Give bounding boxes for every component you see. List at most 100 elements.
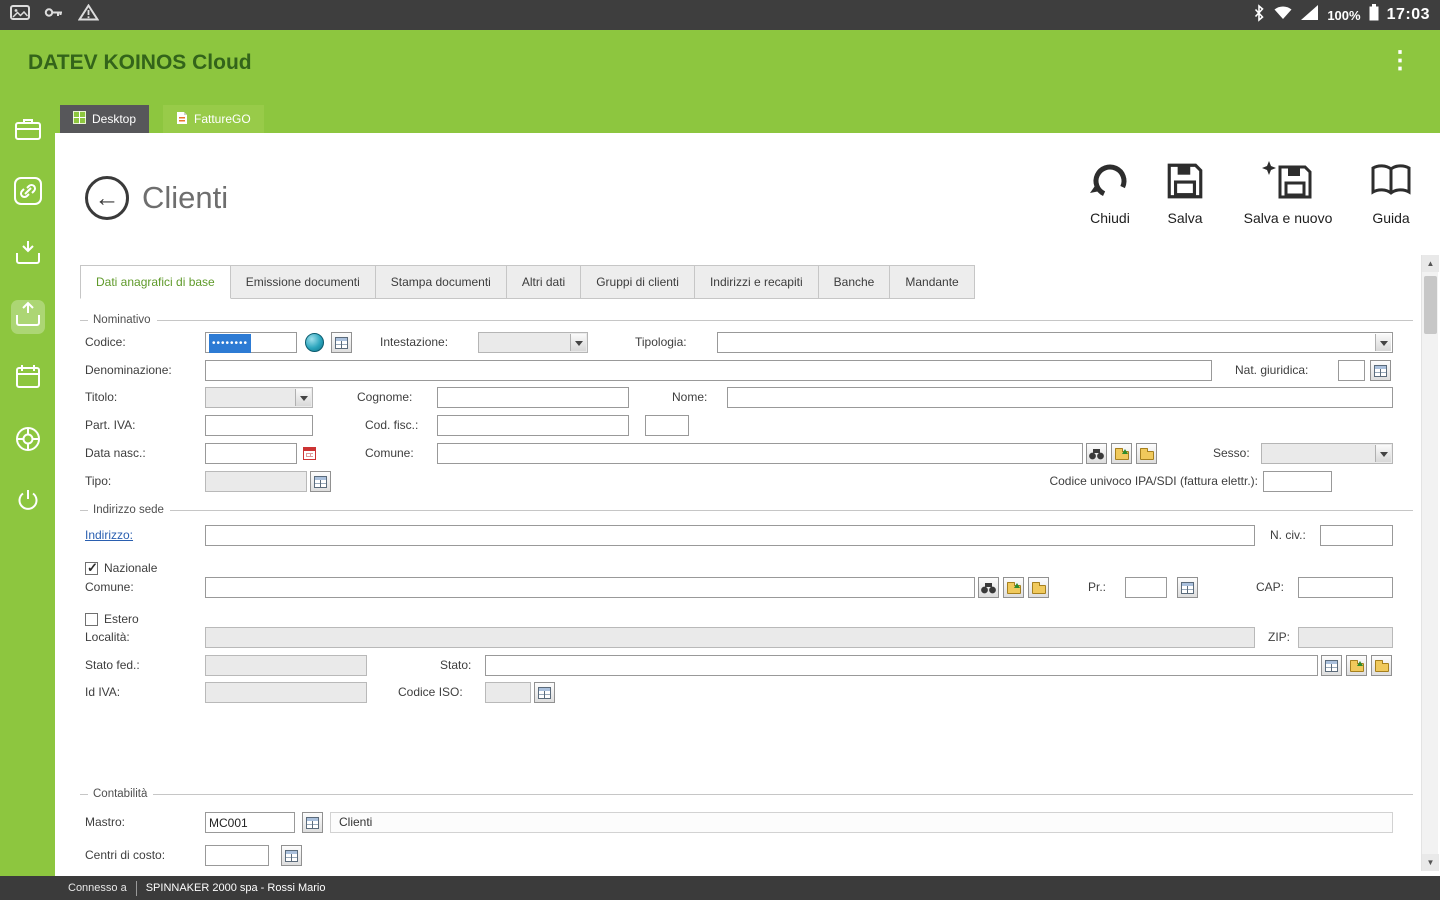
indirizzo-link[interactable]: Indirizzo: <box>85 525 133 546</box>
form-tab-banche[interactable]: Banche <box>818 265 891 299</box>
nat-giuridica-lookup-button[interactable] <box>1370 360 1391 381</box>
nazionale-checkbox[interactable] <box>85 560 98 576</box>
denominazione-input[interactable] <box>205 360 1212 381</box>
sidebar-item-power[interactable] <box>11 486 45 520</box>
tab-fatturego[interactable]: FattureGO <box>163 105 264 133</box>
comune-sede-input[interactable] <box>205 577 975 598</box>
part-iva-input[interactable] <box>205 415 313 436</box>
comune-nascita-search-button[interactable] <box>1086 443 1107 464</box>
power-icon <box>13 486 43 521</box>
form-tab-indirizzi-recapiti[interactable]: Indirizzi e recapiti <box>694 265 819 299</box>
mastro-lookup-button[interactable] <box>302 812 323 833</box>
codice-iso-lookup-button[interactable] <box>534 682 555 703</box>
help-label: Guida <box>1372 210 1410 226</box>
comune-nascita-input[interactable] <box>437 443 1083 464</box>
save-label: Salva <box>1167 210 1203 226</box>
tab-desktop[interactable]: Desktop <box>60 105 150 133</box>
comune-nascita-open-button[interactable] <box>1111 443 1132 464</box>
cognome-label: Cognome: <box>357 390 413 404</box>
sidebar-item-briefcase[interactable] <box>11 114 45 148</box>
cod-fisc-input[interactable] <box>437 415 629 436</box>
stato-fed-input[interactable] <box>205 655 367 676</box>
codice-value: •••••••• <box>209 334 252 353</box>
intestazione-label: Intestazione: <box>380 335 449 349</box>
cod-fisc-check-input[interactable] <box>645 415 689 436</box>
signal-icon <box>1301 5 1319 25</box>
folder-up-icon <box>1349 659 1364 672</box>
form-tab-mandante[interactable]: Mandante <box>890 265 975 299</box>
save-icon <box>1164 163 1206 206</box>
centri-costo-lookup-button[interactable] <box>281 845 302 866</box>
sidebar-item-link[interactable] <box>11 176 45 210</box>
bluetooth-icon <box>1253 3 1265 27</box>
localita-input[interactable] <box>205 627 1255 648</box>
close-button[interactable]: Chiudi <box>1072 160 1148 226</box>
comune-nascita-browse-button[interactable] <box>1136 443 1157 464</box>
stato-browse-button[interactable] <box>1371 655 1392 676</box>
pr-input[interactable] <box>1125 577 1167 598</box>
grid-icon <box>335 336 348 349</box>
sidebar-item-import[interactable] <box>11 238 45 272</box>
pr-lookup-button[interactable] <box>1177 577 1198 598</box>
cap-input[interactable] <box>1298 577 1393 598</box>
tipologia-select[interactable] <box>717 332 1393 353</box>
save-new-button[interactable]: Salva e nuovo <box>1228 160 1348 226</box>
close-label: Chiudi <box>1090 210 1130 226</box>
id-iva-input[interactable] <box>205 682 367 703</box>
sidebar-item-support[interactable] <box>11 424 45 458</box>
tipo-input[interactable] <box>205 471 307 492</box>
app-header: DATEV KOINOS Cloud ⋮ <box>0 30 1440 100</box>
binoculars-icon <box>1089 447 1104 460</box>
help-button[interactable]: Guida <box>1352 160 1430 226</box>
grid-icon <box>314 475 327 488</box>
back-button[interactable]: ← <box>85 176 129 220</box>
form-tab-stampa-documenti[interactable]: Stampa documenti <box>375 265 507 299</box>
intestazione-select[interactable] <box>478 332 588 353</box>
mastro-input[interactable] <box>205 812 295 833</box>
cognome-input[interactable] <box>437 387 629 408</box>
comune-sede-browse-button[interactable] <box>1028 577 1049 598</box>
zip-input[interactable] <box>1298 627 1393 648</box>
form-tab-dati-anagrafici[interactable]: Dati anagrafici di base <box>80 265 231 299</box>
sidebar <box>0 100 55 876</box>
centri-costo-input[interactable] <box>205 845 269 866</box>
data-nasc-calendar-button[interactable] <box>299 443 320 464</box>
tipo-lookup-button[interactable] <box>310 471 331 492</box>
battery-icon <box>1369 4 1379 26</box>
overflow-menu-icon[interactable]: ⋮ <box>1388 49 1412 73</box>
sidebar-item-export[interactable] <box>10 300 45 334</box>
scroll-up-button[interactable]: ▲ <box>1422 255 1439 272</box>
globe-icon[interactable] <box>305 333 324 352</box>
data-nasc-input[interactable] <box>205 443 297 464</box>
screenshot-icon <box>10 5 30 25</box>
form-tab-altri-dati[interactable]: Altri dati <box>506 265 582 299</box>
sesso-select[interactable] <box>1261 443 1393 464</box>
codice-input[interactable]: •••••••• <box>205 332 297 353</box>
titolo-select[interactable] <box>205 387 313 408</box>
form-tab-emissione-documenti[interactable]: Emissione documenti <box>230 265 376 299</box>
stato-open-button[interactable] <box>1346 655 1367 676</box>
folder-icon <box>1031 581 1046 594</box>
form-tab-gruppi-clienti[interactable]: Gruppi di clienti <box>581 265 695 299</box>
stato-lookup-button[interactable] <box>1321 655 1342 676</box>
nat-giuridica-input[interactable] <box>1338 360 1365 381</box>
codice-univoco-input[interactable] <box>1263 471 1332 492</box>
scroll-down-button[interactable]: ▼ <box>1422 854 1439 871</box>
vertical-scrollbar[interactable]: ▲ ▼ <box>1421 255 1439 871</box>
tab-desktop-label: Desktop <box>92 112 137 126</box>
save-new-icon <box>1261 161 1315 206</box>
scrollbar-thumb[interactable] <box>1424 276 1437 334</box>
clock: 17:03 <box>1386 6 1430 23</box>
codice-iso-input[interactable] <box>485 682 531 703</box>
stato-input[interactable] <box>485 655 1318 676</box>
comune-sede-search-button[interactable] <box>978 577 999 598</box>
n-civ-input[interactable] <box>1320 525 1393 546</box>
estero-checkbox[interactable] <box>85 613 98 626</box>
save-button[interactable]: Salva <box>1150 160 1220 226</box>
codice-lookup-button[interactable] <box>331 332 352 353</box>
sidebar-item-calendar[interactable] <box>11 362 45 396</box>
nome-label: Nome: <box>672 390 708 404</box>
indirizzo-input[interactable] <box>205 525 1255 546</box>
nome-input[interactable] <box>727 387 1393 408</box>
comune-sede-open-button[interactable] <box>1003 577 1024 598</box>
